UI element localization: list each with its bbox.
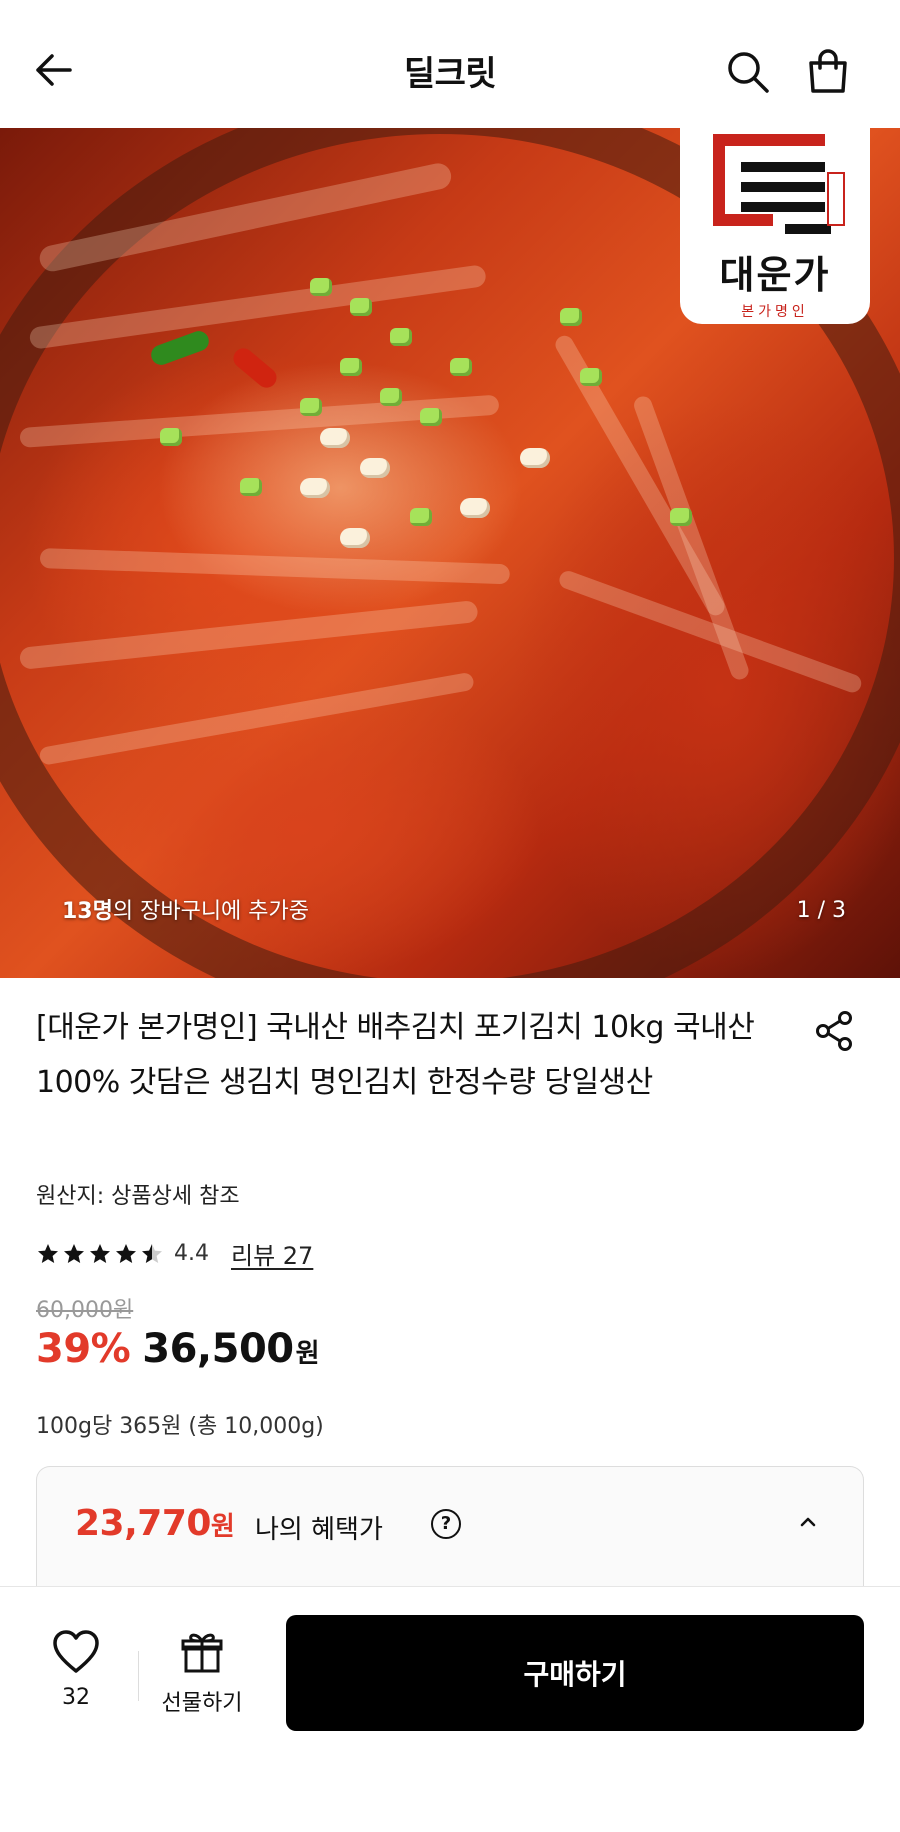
- star-icon: [116, 1243, 136, 1263]
- brand-logo-subtitle: 본가명인: [741, 304, 809, 320]
- bottom-action-bar: 32 선물하기 구매하기: [0, 1586, 900, 1832]
- like-button[interactable]: 32: [40, 1629, 112, 1729]
- brand-logo-mark: [705, 134, 845, 242]
- benefit-price-panel[interactable]: 23,770원 나의 혜택가 ?: [36, 1466, 864, 1586]
- shopping-bag-icon: [809, 49, 847, 93]
- rating-score: 4.4: [174, 1241, 209, 1266]
- top-app-bar: 딜크릿: [0, 0, 900, 128]
- original-price: 60,000원: [36, 1298, 134, 1323]
- cart-activity-count: 13명: [62, 899, 113, 924]
- star-rating: [36, 1242, 164, 1266]
- gift-label: 선물하기: [161, 1691, 243, 1716]
- price-currency: 원: [295, 1339, 320, 1369]
- like-count: 32: [62, 1685, 90, 1710]
- search-button[interactable]: [720, 44, 776, 100]
- discount-rate: 39%: [36, 1326, 131, 1372]
- sale-price: 36,500: [142, 1326, 294, 1372]
- brand-logo: 대운가 본가명인: [680, 128, 870, 324]
- gift-icon: [181, 1633, 223, 1673]
- buy-button[interactable]: 구매하기: [286, 1615, 864, 1731]
- unit-price: 100g당 365원 (총 10,000g): [36, 1414, 324, 1439]
- gift-button[interactable]: 선물하기: [154, 1629, 250, 1729]
- origin-text: 원산지: 상품상세 참조: [36, 1184, 240, 1209]
- chevron-up-icon[interactable]: [793, 1507, 823, 1537]
- star-icon: [38, 1243, 58, 1263]
- share-button[interactable]: [810, 1006, 860, 1056]
- help-icon[interactable]: ?: [431, 1509, 461, 1539]
- half-star-icon: [142, 1243, 162, 1263]
- star-icon: [64, 1243, 84, 1263]
- cart-activity-text: 의 장바구니에 추가중: [112, 899, 310, 924]
- benefit-price-currency: 원: [210, 1512, 235, 1542]
- heart-icon: [53, 1630, 99, 1673]
- product-title: [대운가 본가명인] 국내산 배추김치 포기김치 10kg 국내산100% 갓담…: [36, 1010, 755, 1100]
- star-icon: [90, 1243, 110, 1263]
- benefit-label: 나의 혜택가: [255, 1515, 383, 1545]
- share-icon: [816, 1011, 852, 1051]
- rating-row: 4.4 리뷰 27: [36, 1236, 313, 1271]
- divider: [138, 1651, 139, 1701]
- price-row: 39% 36,500 원: [36, 1326, 320, 1372]
- review-link[interactable]: 리뷰 27: [231, 1236, 313, 1271]
- benefit-price-value: 23,770: [75, 1503, 211, 1544]
- image-counter: 1 / 3: [796, 898, 846, 923]
- cart-activity-caption: 13명의 장바구니에 추가중: [62, 893, 309, 925]
- benefit-price: 23,770원: [75, 1503, 235, 1544]
- product-info: [대운가 본가명인] 국내산 배추김치 포기김치 10kg 국내산100% 갓담…: [36, 1000, 866, 1439]
- brand-logo-name: 대운가: [719, 252, 831, 297]
- cart-button[interactable]: [800, 44, 856, 100]
- search-icon: [728, 52, 769, 93]
